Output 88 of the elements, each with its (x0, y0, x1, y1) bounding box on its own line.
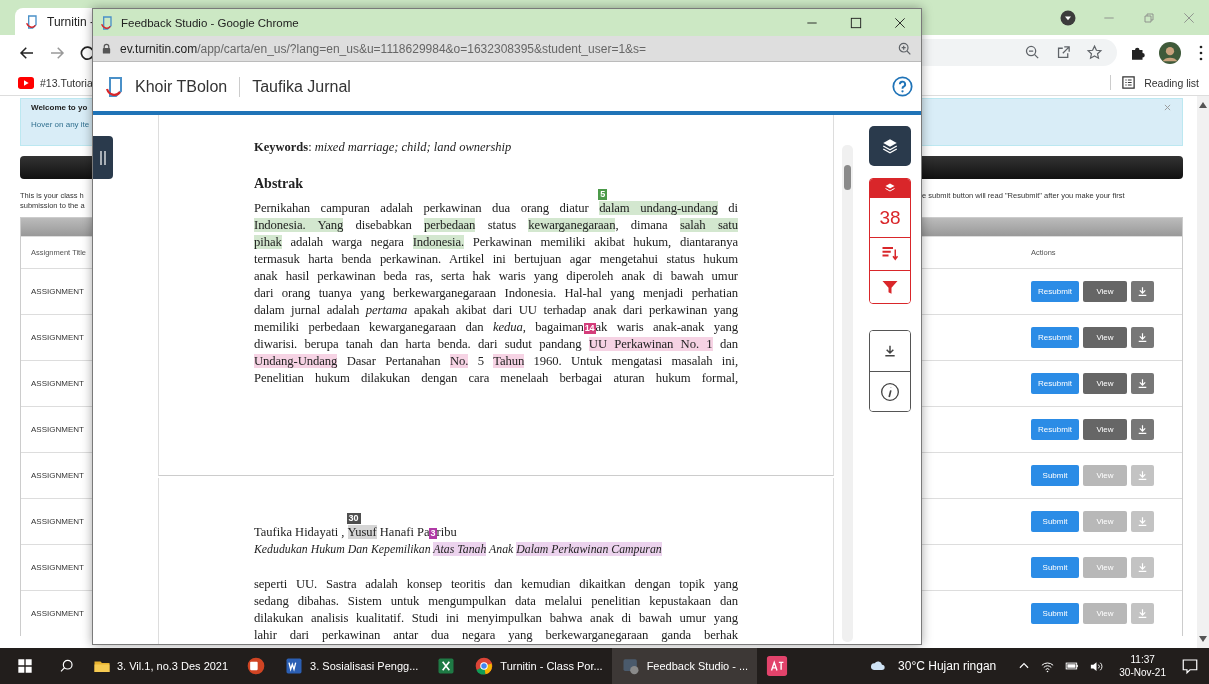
download-icon (1136, 607, 1149, 620)
download-icon (1136, 561, 1149, 574)
download-icon (1136, 469, 1149, 482)
author-name: Khoir TBolon (135, 77, 228, 96)
layers-header[interactable] (870, 179, 910, 197)
share-icon[interactable] (1055, 44, 1072, 61)
browser-icon (474, 656, 495, 676)
view-button[interactable]: View (1083, 419, 1127, 440)
panel-handle[interactable] (93, 136, 113, 179)
section-heading: Abstrak (254, 175, 304, 193)
maximize-icon[interactable] (849, 15, 863, 30)
grip-icon (100, 150, 106, 165)
avatar-icon[interactable] (1159, 41, 1181, 64)
sort-icon (880, 245, 900, 263)
view-button[interactable]: View (1083, 373, 1127, 394)
download-button[interactable] (1131, 419, 1154, 440)
taskbar-app[interactable]: 3. Sosialisasi Pengg... (275, 648, 428, 684)
filter-icon (881, 278, 899, 296)
clock-date[interactable]: 30-Nov-21 (1119, 666, 1166, 679)
layers-icon (884, 182, 896, 194)
taskbar-app[interactable]: 3. Vil.1, no.3 Des 2021 (84, 648, 238, 684)
download-icon (1136, 423, 1149, 436)
keywords-line: Keywords: mixed marriage; child; land ownership (254, 139, 513, 155)
zoom-out-icon[interactable] (1024, 44, 1041, 61)
author-line: Taufika Hidayati , 30 Yusuf Hanafi Pa 3 ribu (254, 512, 458, 541)
submit-button[interactable]: Resubmit (1031, 419, 1079, 440)
assignment-title: ASSIGNMENT (31, 471, 84, 480)
zoom-in-icon[interactable] (897, 40, 913, 57)
document-title: Taufika Jurnal (252, 77, 351, 96)
clock-time[interactable]: 11:37 (1130, 653, 1155, 666)
submit-button[interactable]: Resubmit (1031, 373, 1079, 394)
notice-text: Hover on any ite (31, 120, 90, 129)
download-icon (1136, 515, 1149, 528)
list-icon (1121, 75, 1137, 90)
tab-search-icon[interactable] (1059, 8, 1077, 27)
submit-button[interactable]: Resubmit (1031, 281, 1079, 302)
help-icon[interactable] (892, 76, 913, 97)
layers-icon (881, 137, 899, 155)
search-icon (59, 658, 75, 674)
battery-icon[interactable] (1064, 659, 1081, 673)
reload-icon[interactable] (78, 43, 92, 62)
download-button[interactable] (1131, 373, 1154, 394)
scroll-up-icon (1199, 102, 1207, 108)
filter-button[interactable] (870, 270, 910, 303)
download-button[interactable] (1131, 281, 1154, 302)
bookmark-link[interactable]: #13.Tutoria (40, 76, 93, 89)
translate-icon (766, 655, 789, 677)
weather-text[interactable]: 30°C Hujan ringan (898, 659, 997, 673)
scrollbar[interactable] (1197, 96, 1209, 648)
assignment-title: ASSIGNMENT (31, 379, 84, 388)
close-icon[interactable] (893, 15, 907, 30)
taskbar-app[interactable]: Feedback Studio - ... (611, 648, 758, 684)
scrollbar-thumb[interactable] (844, 165, 851, 190)
star-icon[interactable] (1086, 44, 1103, 61)
body-paragraph: seperti UU. Sastra adalah konsep teoritis dan kemudian dikaitkan dengan topik yang sedang dibahas. Sistem untuk mengumpulkan data melalui penelitian kepustakaan dan dilakukan analisis kualitatif. Studi ini menyimpulkan bahwa anak di bawah umur yang lahir dari perkawinan antar dua negara yang berkewarganegaraan ganda berhak (254, 576, 738, 644)
running-title: Kedudukan Hukum Dan Kepemilikan Atas Tanah Anak Dalam Perkawinan Campuran (254, 541, 663, 558)
download-button[interactable] (1131, 327, 1154, 348)
info-button[interactable] (870, 371, 910, 411)
assignment-title: ASSIGNMENT (31, 563, 84, 572)
document-icon (284, 656, 305, 676)
submit-button[interactable]: Resubmit (1031, 327, 1079, 348)
layers-button[interactable] (869, 126, 911, 166)
lock-icon (101, 42, 112, 55)
assignment-title: ASSIGNMENT (31, 425, 84, 434)
spreadsheet-icon (436, 656, 457, 676)
assignment-title: ASSIGNMENT (31, 517, 84, 526)
download-icon (882, 343, 898, 359)
scroll-down-icon (1199, 636, 1207, 642)
download-icon (1136, 285, 1149, 298)
presentation-icon (246, 656, 267, 676)
assignment-title: ASSIGNMENT (31, 333, 84, 342)
logo-icon (99, 14, 115, 31)
scrollbar[interactable] (842, 145, 853, 642)
taskbar-app[interactable]: Turnitin - Class Por... (465, 648, 612, 684)
view-button[interactable]: View (1083, 327, 1127, 348)
notice-title: Welcome to yo (31, 103, 89, 112)
notification-icon[interactable] (1181, 657, 1199, 675)
video-icon[interactable] (18, 76, 34, 89)
windows-icon (17, 658, 33, 674)
info-icon (880, 381, 900, 402)
download-icon (1136, 331, 1149, 344)
assignment-title: ASSIGNMENT (31, 609, 84, 618)
view-button[interactable]: View (1083, 281, 1127, 302)
download-icon (1136, 377, 1149, 390)
assignment-title: ASSIGNMENT (31, 287, 84, 296)
window-title: Feedback Studio - Google Chrome (121, 16, 299, 29)
logo-icon (24, 13, 40, 30)
reading-list-link[interactable]: Reading list (1144, 76, 1199, 89)
